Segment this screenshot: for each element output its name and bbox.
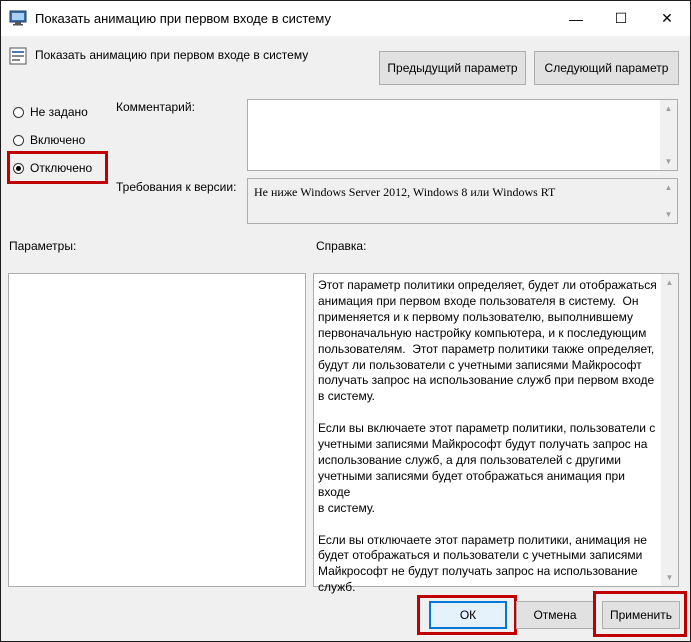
help-scrollbar[interactable]: ▲ ▼ (661, 274, 678, 586)
scroll-up-icon[interactable]: ▲ (660, 179, 677, 196)
minimize-icon: — (569, 10, 583, 27)
scroll-down-icon[interactable]: ▼ (660, 206, 677, 223)
policy-setting-window: Показать анимацию при первом входе в сис… (0, 0, 691, 642)
maximize-icon: ☐ (614, 10, 628, 26)
requirements-label: Требования к версии: (116, 180, 237, 194)
maximize-button[interactable]: ☐ (598, 1, 644, 36)
radio-label: Не задано (30, 105, 88, 119)
comment-label: Комментарий: (116, 100, 195, 114)
radio-circle[interactable] (13, 134, 24, 146)
scroll-down-icon[interactable]: ▼ (660, 153, 677, 170)
radio-circle[interactable] (13, 106, 24, 118)
help-panel: Этот параметр политики определяет, будет… (313, 273, 679, 594)
scroll-up-icon[interactable]: ▲ (661, 274, 678, 291)
requirements-value: Не ниже Windows Server 2012, Windows 8 и… (254, 185, 556, 199)
help-text: Этот параметр политики определяет, будет… (318, 278, 657, 595)
next-setting-button[interactable]: Следующий параметр (534, 51, 679, 85)
radio-not-configured[interactable]: Не задано (13, 103, 88, 121)
radio-label: Включено (30, 133, 86, 147)
highlight-apply-button (593, 591, 687, 637)
policy-title: Показать анимацию при первом входе в сис… (35, 48, 309, 62)
highlight-disabled-option (7, 151, 108, 184)
radio-enabled[interactable]: Включено (13, 131, 85, 149)
options-label: Параметры: (9, 239, 77, 253)
scroll-down-icon[interactable]: ▼ (661, 569, 678, 586)
minimize-button[interactable]: — (553, 1, 599, 36)
close-button[interactable]: ✕ (644, 1, 690, 36)
help-label: Справка: (316, 239, 367, 253)
comment-textarea[interactable]: ▲ ▼ (247, 99, 678, 171)
title-bar[interactable]: Показать анимацию при первом входе в сис… (1, 1, 690, 36)
close-icon: ✕ (661, 10, 673, 26)
cancel-button[interactable]: Отмена (516, 601, 594, 629)
requirements-textbox: Не ниже Windows Server 2012, Windows 8 и… (247, 178, 678, 224)
policy-monitor-icon (9, 10, 27, 26)
window-title: Показать анимацию при первом входе в сис… (35, 11, 331, 26)
comment-scrollbar[interactable]: ▲ ▼ (660, 100, 677, 170)
policy-setting-icon (9, 47, 27, 65)
options-panel (8, 273, 306, 587)
previous-setting-button[interactable]: Предыдущий параметр (379, 51, 526, 85)
requirements-scrollbar[interactable]: ▲ ▼ (660, 179, 677, 223)
highlight-ok-button (417, 595, 517, 635)
scroll-up-icon[interactable]: ▲ (660, 100, 677, 117)
